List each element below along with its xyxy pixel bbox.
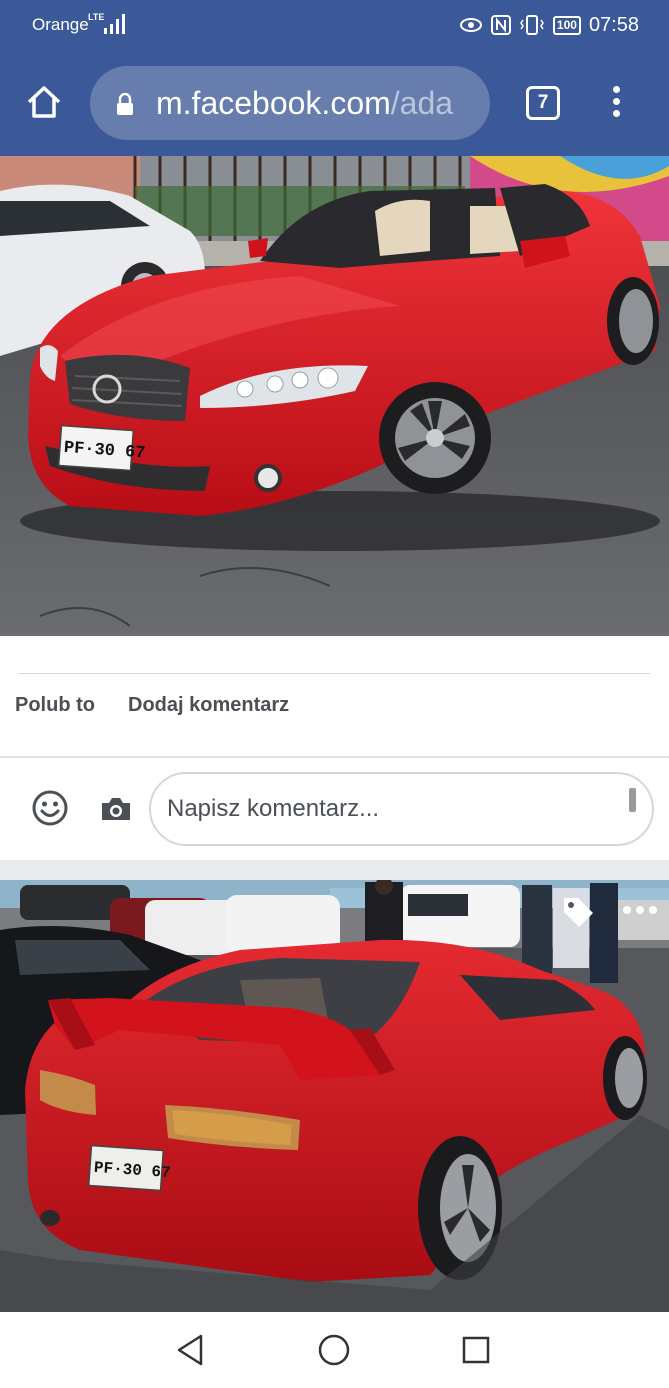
eye-icon [459,18,482,32]
smiley-icon[interactable] [32,790,68,826]
status-bar: Orange LTE 100 07:58 [0,0,669,52]
add-comment-button[interactable]: Dodaj komentarz [128,694,289,717]
url-text[interactable]: m.facebook.com/ada [156,85,453,122]
car-front-image: PF·30 67 [0,156,669,636]
more-vert-icon[interactable] [602,82,632,122]
feed-gap [0,860,669,880]
more-horiz-icon[interactable] [620,902,660,918]
comment-composer [0,758,669,860]
tag-icon[interactable] [560,894,596,930]
scrollbar-thumb[interactable] [629,788,636,812]
system-nav-bar [0,1312,669,1388]
tabs-button[interactable]: 7 [526,86,560,120]
battery-icon: 100 [552,15,581,35]
camera-icon[interactable] [100,796,132,822]
url-path: /ada [390,85,454,121]
url-domain: m.facebook.com [156,85,391,121]
back-icon[interactable] [171,1330,211,1370]
divider-line [18,673,650,674]
address-bar[interactable]: m.facebook.com/ada [90,66,490,140]
post-photo-2[interactable]: PF·30 67 [0,880,669,1312]
recents-icon[interactable] [456,1330,496,1370]
post-photo-1[interactable]: PF·30 67 [0,156,669,636]
nfc-icon [490,15,511,35]
vibrate-icon [520,15,544,35]
like-button[interactable]: Polub to [15,694,95,717]
post-actions: Polub to Dodaj komentarz [0,690,669,726]
browser-toolbar: m.facebook.com/ada 7 [0,52,669,156]
home-circle-icon[interactable] [314,1330,354,1370]
car-rear-image: PF·30 67 [0,880,669,1312]
signal-icon [104,14,125,34]
clock: 07:58 [588,13,639,36]
comment-input[interactable] [149,772,654,846]
carrier-name: Orange [32,15,89,34]
status-icons: 100 07:58 [459,10,639,40]
lock-icon [117,93,133,115]
home-icon[interactable] [24,82,64,122]
